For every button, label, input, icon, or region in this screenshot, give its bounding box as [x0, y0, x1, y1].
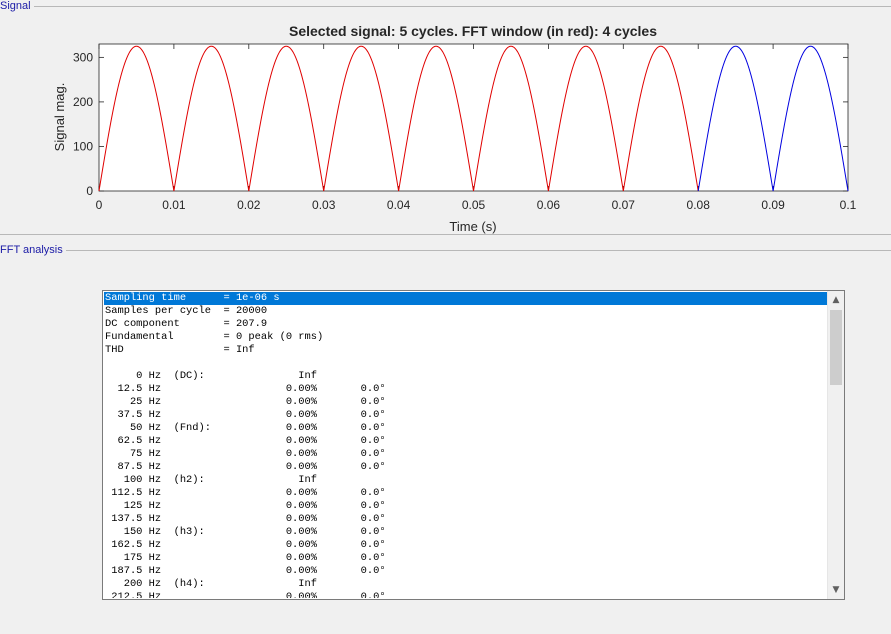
plot-title: Selected signal: 5 cycles. FFT window (i… — [289, 23, 657, 39]
signal-plot: Selected signal: 5 cycles. FFT window (i… — [52, 23, 857, 234]
list-item[interactable]: 0 Hz (DC): Inf — [104, 370, 827, 383]
fft-results-list[interactable]: Sampling time = 1e-06 s Samples per cycle… — [104, 292, 827, 598]
y-tick-label: 300 — [73, 50, 93, 64]
list-item[interactable]: 212.5 Hz 0.00% 0.0° — [104, 591, 827, 598]
signal-panel-title: Signal — [0, 0, 34, 13]
x-tick-label: 0.05 — [462, 198, 486, 212]
fft-panel-title: FFT analysis — [0, 244, 66, 257]
list-item[interactable]: 75 Hz 0.00% 0.0° — [104, 448, 827, 461]
scroll-up-icon[interactable]: ▲ — [828, 292, 844, 308]
list-item[interactable] — [104, 357, 827, 370]
list-item[interactable]: Sampling time = 1e-06 s — [104, 292, 827, 305]
list-item[interactable]: 137.5 Hz 0.00% 0.0° — [104, 513, 827, 526]
x-tick-label: 0.07 — [612, 198, 636, 212]
list-item[interactable]: 37.5 Hz 0.00% 0.0° — [104, 409, 827, 422]
signal-panel-border — [34, 6, 891, 7]
x-tick-label: 0.01 — [162, 198, 186, 212]
x-tick-label: 0.06 — [537, 198, 561, 212]
list-item[interactable]: 175 Hz 0.00% 0.0° — [104, 552, 827, 565]
y-tick-label: 100 — [73, 139, 93, 153]
list-item[interactable]: THD = Inf — [104, 344, 827, 357]
scroll-down-icon[interactable]: ▼ — [828, 582, 844, 598]
list-item[interactable]: 125 Hz 0.00% 0.0° — [104, 500, 827, 513]
x-tick-label: 0 — [96, 198, 103, 212]
list-item[interactable]: 87.5 Hz 0.00% 0.0° — [104, 461, 827, 474]
x-tick-label: 0.04 — [387, 198, 411, 212]
x-tick-label: 0.03 — [312, 198, 336, 212]
x-tick-label: 0.1 — [840, 198, 857, 212]
list-item[interactable]: 187.5 Hz 0.00% 0.0° — [104, 565, 827, 578]
x-tick-label: 0.02 — [237, 198, 261, 212]
scroll-thumb[interactable] — [830, 310, 842, 385]
list-item[interactable]: 200 Hz (h4): Inf — [104, 578, 827, 591]
x-tick-label: 0.08 — [687, 198, 711, 212]
list-item[interactable]: 150 Hz (h3): 0.00% 0.0° — [104, 526, 827, 539]
y-axis-label: Signal mag. — [52, 83, 67, 152]
x-axis-label: Time (s) — [449, 219, 496, 234]
fft-panel-top-border — [0, 234, 891, 235]
list-item[interactable]: 50 Hz (Fnd): 0.00% 0.0° — [104, 422, 827, 435]
list-item[interactable]: 62.5 Hz 0.00% 0.0° — [104, 435, 827, 448]
list-item[interactable]: 12.5 Hz 0.00% 0.0° — [104, 383, 827, 396]
fft-panel-border — [66, 250, 891, 251]
list-item[interactable]: 25 Hz 0.00% 0.0° — [104, 396, 827, 409]
list-item[interactable]: DC component = 207.9 — [104, 318, 827, 331]
y-tick-label: 0 — [86, 184, 93, 198]
list-item[interactable]: Fundamental = 0 peak (0 rms) — [104, 331, 827, 344]
x-tick-label: 0.09 — [761, 198, 785, 212]
list-item[interactable]: 112.5 Hz 0.00% 0.0° — [104, 487, 827, 500]
list-item[interactable]: 100 Hz (h2): Inf — [104, 474, 827, 487]
y-tick-label: 200 — [73, 95, 93, 109]
vertical-scrollbar[interactable]: ▲ ▼ — [827, 291, 844, 599]
list-item[interactable]: Samples per cycle = 20000 — [104, 305, 827, 318]
plot-area — [98, 43, 849, 192]
fft-results-listbox[interactable]: Sampling time = 1e-06 s Samples per cycle… — [102, 290, 845, 600]
list-item[interactable]: 162.5 Hz 0.00% 0.0° — [104, 539, 827, 552]
